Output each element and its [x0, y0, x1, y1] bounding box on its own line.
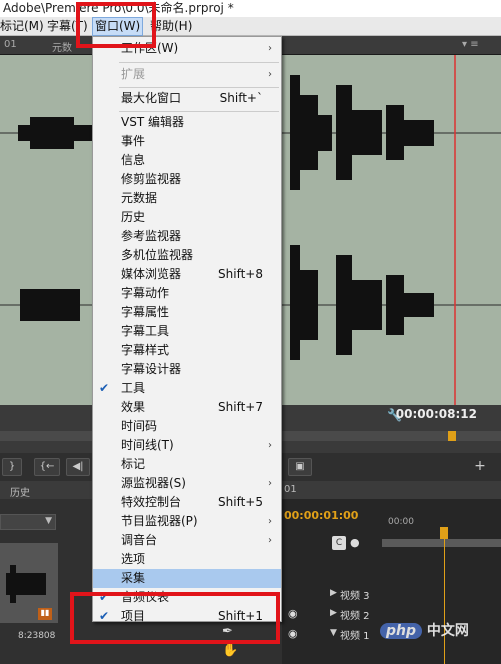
menu-item-title-properties[interactable]: 字幕属性	[93, 303, 281, 322]
track-row[interactable]: ▶ 视频 3	[282, 585, 501, 605]
track-label: 视频 1	[340, 631, 370, 642]
menu-item-events[interactable]: 事件	[93, 132, 281, 151]
add-button-icon[interactable]: +	[470, 458, 490, 476]
annotation-box-project-item	[70, 592, 280, 644]
menu-item-options[interactable]: 选项	[93, 550, 281, 569]
hand-tool-icon[interactable]: ✋	[222, 643, 238, 658]
menu-item-capture[interactable]: 采集	[93, 569, 281, 588]
chevron-down-icon: ▼	[45, 516, 52, 526]
step-back-button[interactable]: ◀|	[66, 458, 90, 476]
menu-item-info[interactable]: 信息	[93, 151, 281, 170]
menu-item-timecode[interactable]: 时间码	[93, 417, 281, 436]
annotation-box-window-menu	[76, 2, 156, 48]
ruler-start-time: 00:00	[388, 517, 414, 527]
menu-item-tools[interactable]: ✔ 工具	[93, 379, 281, 398]
menu-item-source-monitor[interactable]: 源监视器(S) ›	[93, 474, 281, 493]
menu-divider	[119, 87, 279, 88]
menu-item-trim-monitor[interactable]: 修剪监视器	[93, 170, 281, 189]
current-timecode[interactable]: 00:00:08:12	[396, 407, 477, 421]
submenu-arrow-icon: ›	[268, 478, 272, 489]
audio-clip-icon: ▮▮	[38, 608, 52, 620]
sequence-timecode[interactable]: 00:00:01:00	[284, 509, 358, 522]
expand-arrow-icon[interactable]: ▶	[330, 608, 337, 618]
menu-item-timeline[interactable]: 时间线(T) ›	[93, 436, 281, 455]
menu-item-metadata[interactable]: 元数据	[93, 189, 281, 208]
submenu-arrow-icon: ›	[268, 516, 272, 527]
playhead-marker	[448, 431, 456, 441]
export-frame-icon[interactable]: ▣	[288, 458, 312, 476]
menu-item-reference-monitor[interactable]: 参考监视器	[93, 227, 281, 246]
timeline-tabs: 01	[282, 481, 501, 499]
watermark: php 中文网	[380, 620, 490, 646]
collapse-arrow-icon[interactable]: ▼	[330, 628, 337, 638]
menu-item-vst-editor[interactable]: VST 编辑器	[93, 113, 281, 132]
expand-arrow-icon[interactable]: ▶	[330, 588, 337, 598]
submenu-arrow-icon: ›	[268, 69, 272, 80]
eye-icon[interactable]: ◉	[288, 627, 298, 640]
menu-item-effect-controls[interactable]: 特效控制台 Shift+5	[93, 493, 281, 512]
menu-item-audio-mixer[interactable]: 调音台 ›	[93, 531, 281, 550]
menu-item-maximize-window[interactable]: 最大化窗口 Shift+`	[93, 89, 281, 108]
tab-metadata[interactable]: 元数	[52, 39, 72, 54]
menu-item-markers[interactable]: 标记	[93, 455, 281, 474]
menu-item-title-tools[interactable]: 字幕工具	[93, 322, 281, 341]
submenu-arrow-icon: ›	[268, 440, 272, 451]
menu-divider	[119, 111, 279, 112]
marker-icon[interactable]: ●	[350, 536, 364, 550]
project-dropdown[interactable]: ▼	[0, 514, 56, 530]
watermark-logo: php	[380, 623, 423, 639]
snap-icon[interactable]: C	[332, 536, 346, 550]
panel-menu-icon[interactable]: ▾ ≡	[462, 39, 479, 50]
watermark-text: 中文网	[426, 623, 469, 639]
eye-icon[interactable]: ◉	[288, 607, 298, 620]
track-label: 视频 2	[340, 611, 370, 622]
tab-history[interactable]: 历史	[10, 484, 30, 499]
menu-item-media-browser[interactable]: 媒体浏览器 Shift+8	[93, 265, 281, 284]
menu-item-multicam-monitor[interactable]: 多机位监视器	[93, 246, 281, 265]
clip-duration: 8:23808	[18, 631, 56, 641]
menu-item-program-monitor[interactable]: 节目监视器(P) ›	[93, 512, 281, 531]
track-label: 视频 3	[340, 591, 370, 602]
menu-item-history[interactable]: 历史	[93, 208, 281, 227]
menu-item-effects[interactable]: 效果 Shift+7	[93, 398, 281, 417]
go-to-in-button[interactable]: {←	[34, 458, 60, 476]
menu-item-extensions: 扩展 ›	[93, 65, 281, 84]
menu-divider	[119, 62, 279, 63]
menu-item-title-designer[interactable]: 字幕设计器	[93, 360, 281, 379]
mark-in-button[interactable]: }	[2, 458, 22, 476]
timeline-work-area[interactable]	[382, 539, 501, 547]
tab-source-index[interactable]: 01	[4, 39, 17, 50]
menu-marker[interactable]: 标记(M)	[0, 17, 44, 36]
checkmark-icon: ✔	[99, 381, 110, 395]
submenu-arrow-icon: ›	[268, 43, 272, 54]
menu-item-title-actions[interactable]: 字幕动作	[93, 284, 281, 303]
window-menu-dropdown: 工作区(W) › 扩展 › 最大化窗口 Shift+` VST 编辑器 事件 信…	[92, 36, 282, 623]
submenu-arrow-icon: ›	[268, 535, 272, 546]
timeline-playhead-icon[interactable]	[440, 527, 448, 539]
menu-item-title-styles[interactable]: 字幕样式	[93, 341, 281, 360]
menu-help[interactable]: 帮助(H)	[150, 17, 192, 36]
